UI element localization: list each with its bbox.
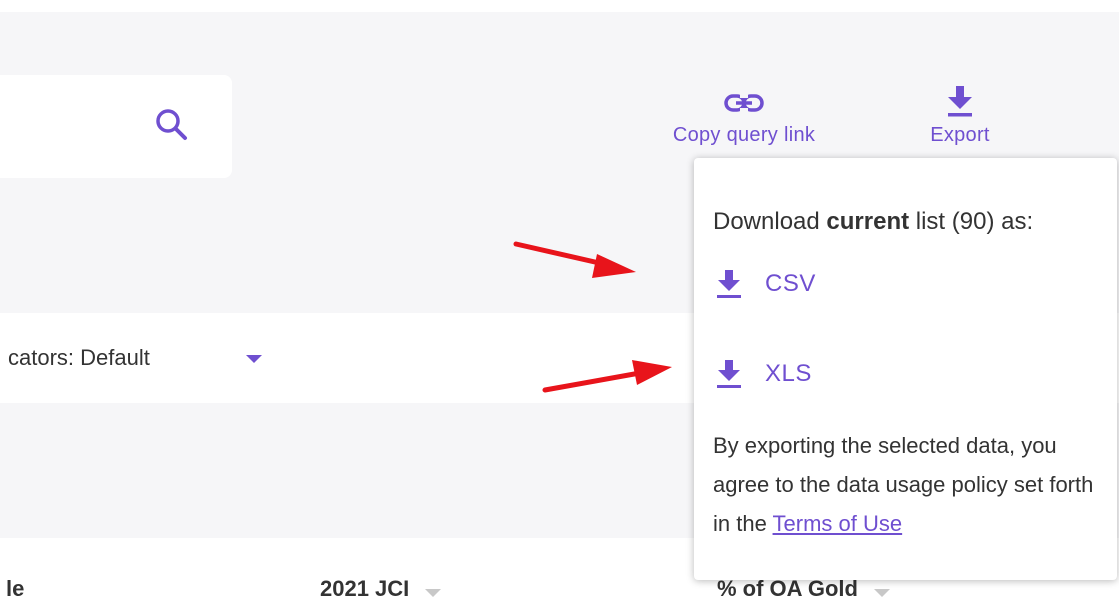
copy-query-link-button[interactable]: Copy query link: [665, 88, 823, 147]
link-icon: [724, 94, 764, 112]
export-policy-text: By exporting the selected data, you agre…: [713, 433, 1094, 536]
sort-caret-icon[interactable]: [425, 589, 441, 597]
column-header-title[interactable]: le: [6, 576, 24, 602]
indicators-select[interactable]: cators: Default: [0, 313, 700, 403]
indicators-select-value: cators: Default: [8, 345, 150, 370]
download-xls-label: XLS: [765, 360, 812, 387]
sort-caret-icon[interactable]: [874, 589, 890, 597]
search-icon: [156, 109, 187, 140]
copy-query-link-label: Copy query link: [672, 124, 816, 146]
chevron-down-icon: [246, 355, 262, 363]
search-button[interactable]: [151, 104, 191, 144]
export-dropdown-heading: Download current list (90) as:: [713, 208, 1034, 235]
export-label: Export: [930, 124, 990, 146]
download-xls-option[interactable]: XLS: [716, 358, 812, 390]
terms-of-use-link[interactable]: Terms of Use: [773, 511, 903, 536]
export-button[interactable]: Export: [920, 84, 1000, 147]
download-icon: [717, 270, 741, 298]
export-dropdown: Download current list (90) as: CSV XLS B…: [694, 158, 1117, 580]
download-icon: [717, 360, 741, 388]
download-csv-option[interactable]: CSV: [716, 268, 816, 300]
download-icon: [948, 86, 972, 117]
column-header-jci[interactable]: 2021 JCI: [320, 576, 409, 602]
search-box[interactable]: [0, 75, 232, 178]
download-csv-label: CSV: [765, 270, 816, 297]
